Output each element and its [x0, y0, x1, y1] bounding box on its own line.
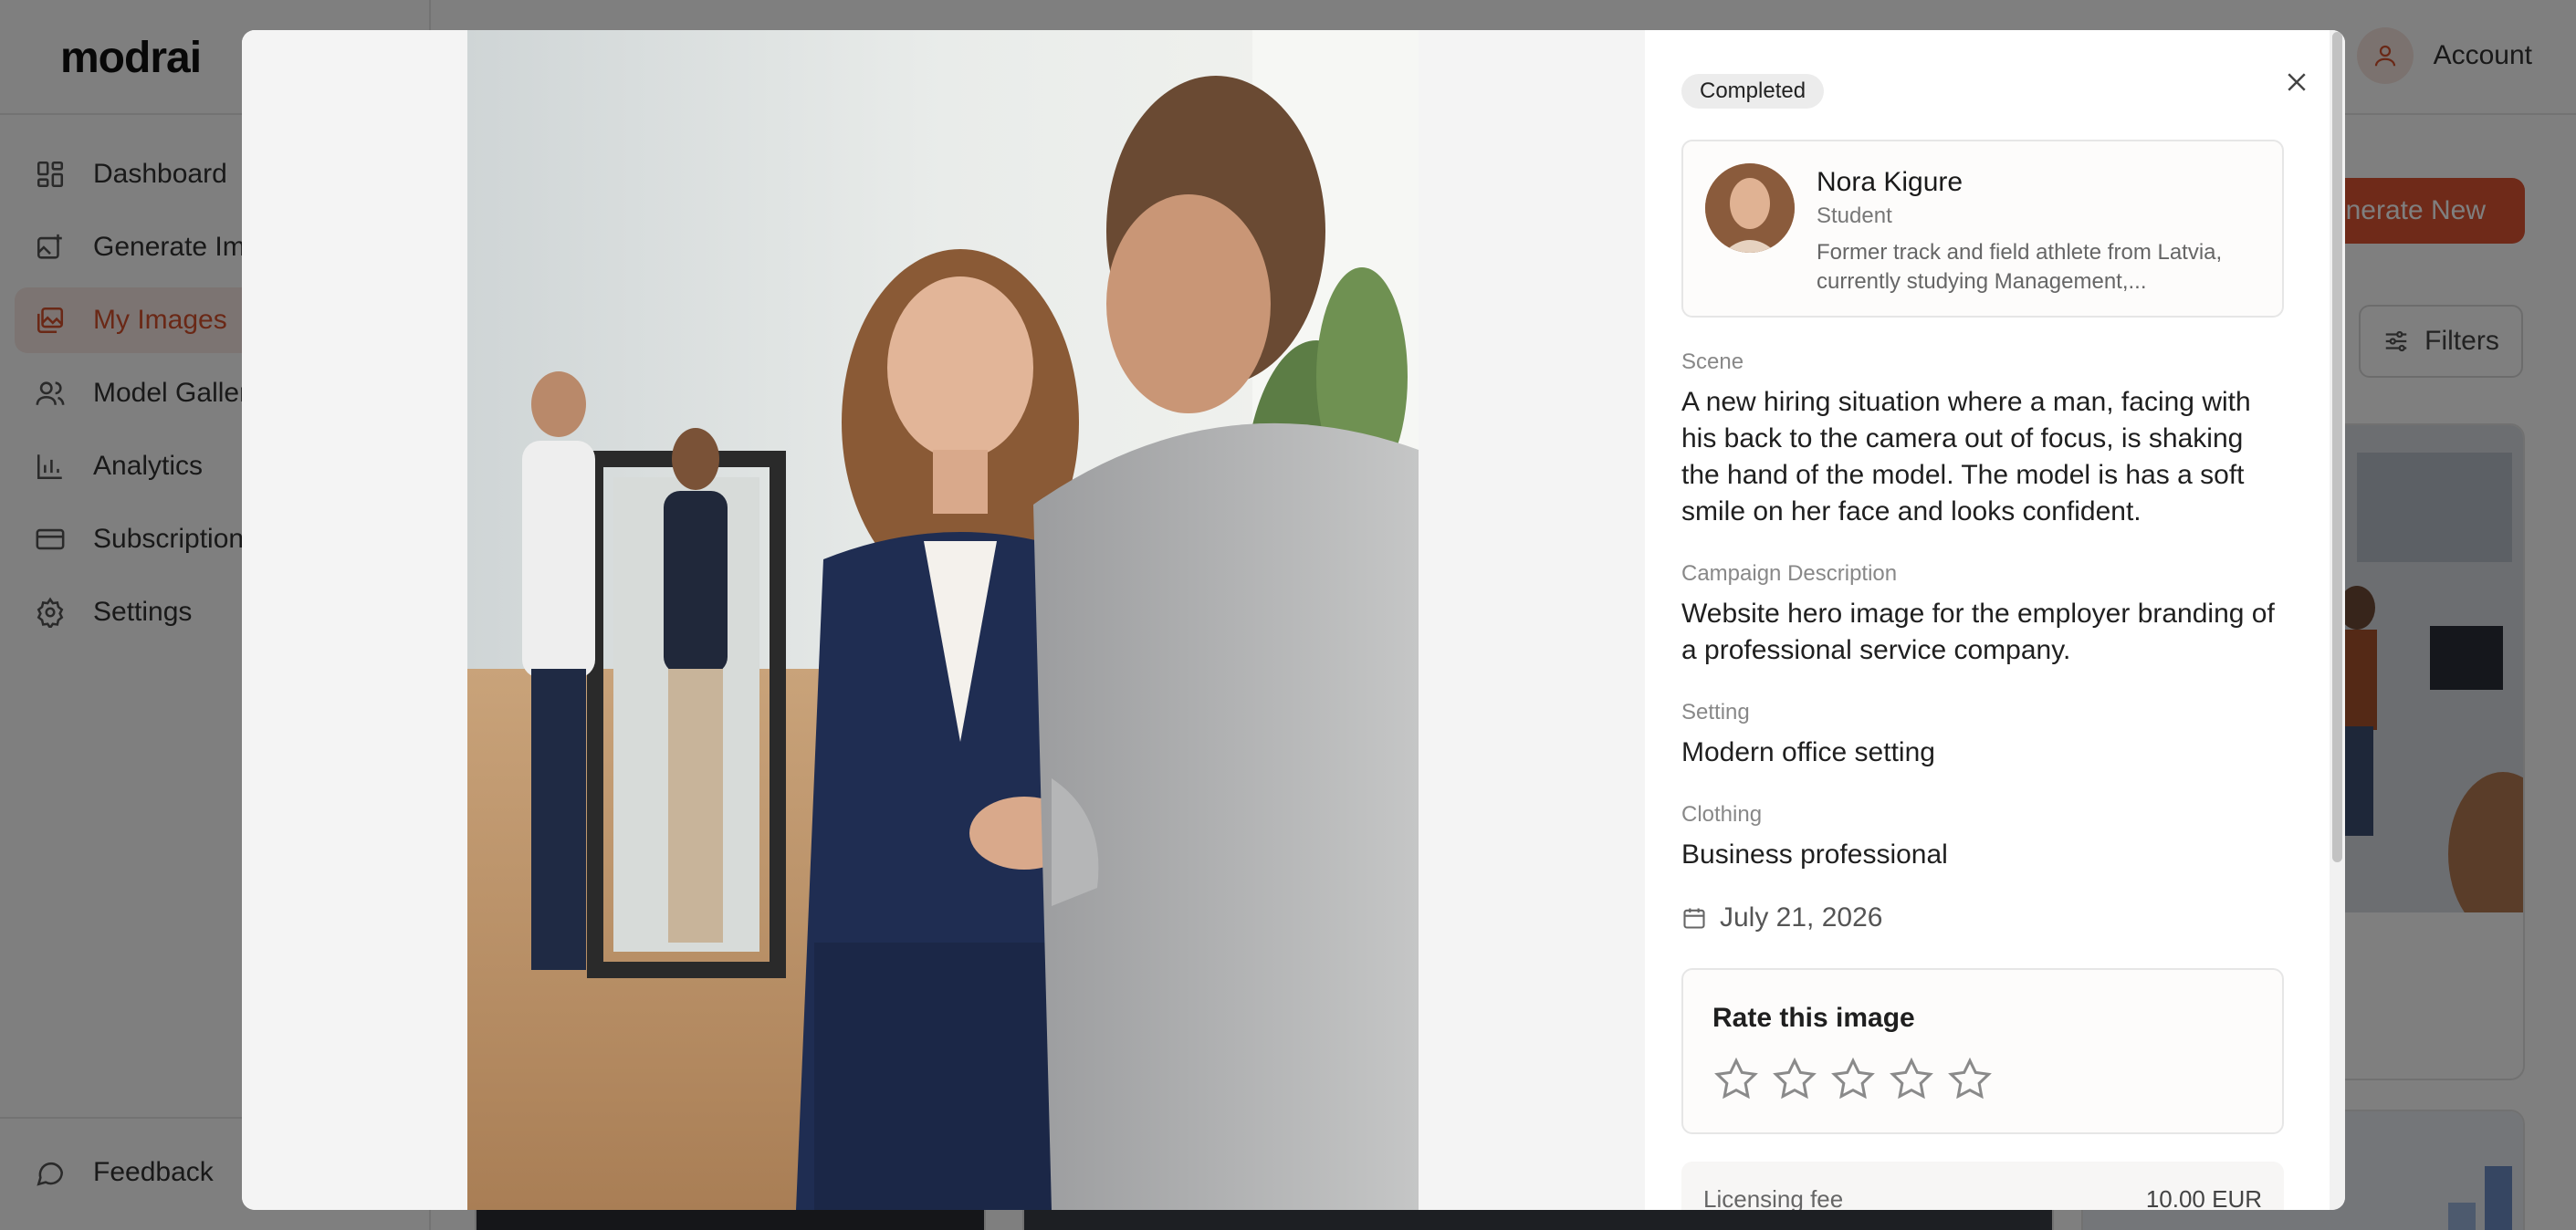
star-rating[interactable]: [1712, 1056, 2005, 1103]
clothing-value: Business professional: [1681, 839, 1948, 870]
model-card[interactable]: Nora Kigure Student Former track and fie…: [1681, 140, 2284, 318]
calendar-icon: [1681, 905, 1707, 931]
scene-label: Scene: [1681, 349, 1744, 374]
rating-card: Rate this image: [1681, 968, 2284, 1134]
date-value: July 21, 2026: [1720, 902, 1883, 933]
image-preview-area: [242, 30, 1645, 1210]
scene-value: A new hiring situation where a man, faci…: [1681, 387, 2251, 526]
star-2-icon[interactable]: [1771, 1056, 1818, 1103]
campaign-label: Campaign Description: [1681, 561, 1898, 586]
generated-image: [467, 30, 1419, 1210]
campaign-value: Website hero image for the employer bran…: [1681, 599, 2275, 665]
model-name: Nora Kigure: [1817, 167, 1963, 197]
scrollbar-thumb[interactable]: [2332, 32, 2342, 862]
rating-title: Rate this image: [1712, 1003, 1915, 1033]
licensing-fee-value: 10.00 EUR: [2145, 1185, 2262, 1210]
model-bio: Former track and field athlete from Latv…: [1817, 240, 2223, 294]
star-5-icon[interactable]: [1946, 1056, 1994, 1103]
setting-value: Modern office setting: [1681, 737, 1935, 767]
image-details-panel: Completed Nora Kigure Student Former tra…: [1645, 30, 2345, 1210]
licensing-fee: Licensing fee 10.00 EUR: [1681, 1162, 2284, 1210]
model-avatar: [1705, 163, 1795, 253]
star-4-icon[interactable]: [1888, 1056, 1935, 1103]
close-icon: [2288, 73, 2306, 91]
star-1-icon[interactable]: [1712, 1056, 1760, 1103]
image-detail-modal: Completed Nora Kigure Student Former tra…: [242, 30, 2345, 1210]
clothing-label: Clothing: [1681, 802, 1763, 827]
licensing-fee-label: Licensing fee: [1703, 1185, 1844, 1210]
model-role: Student: [1817, 203, 1892, 228]
setting-label: Setting: [1681, 700, 1750, 724]
scrollbar[interactable]: [2330, 30, 2345, 1210]
created-date: July 21, 2026: [1681, 902, 1882, 933]
close-button[interactable]: [2278, 63, 2316, 101]
star-3-icon[interactable]: [1829, 1056, 1877, 1103]
status-badge: Completed: [1681, 74, 1825, 109]
